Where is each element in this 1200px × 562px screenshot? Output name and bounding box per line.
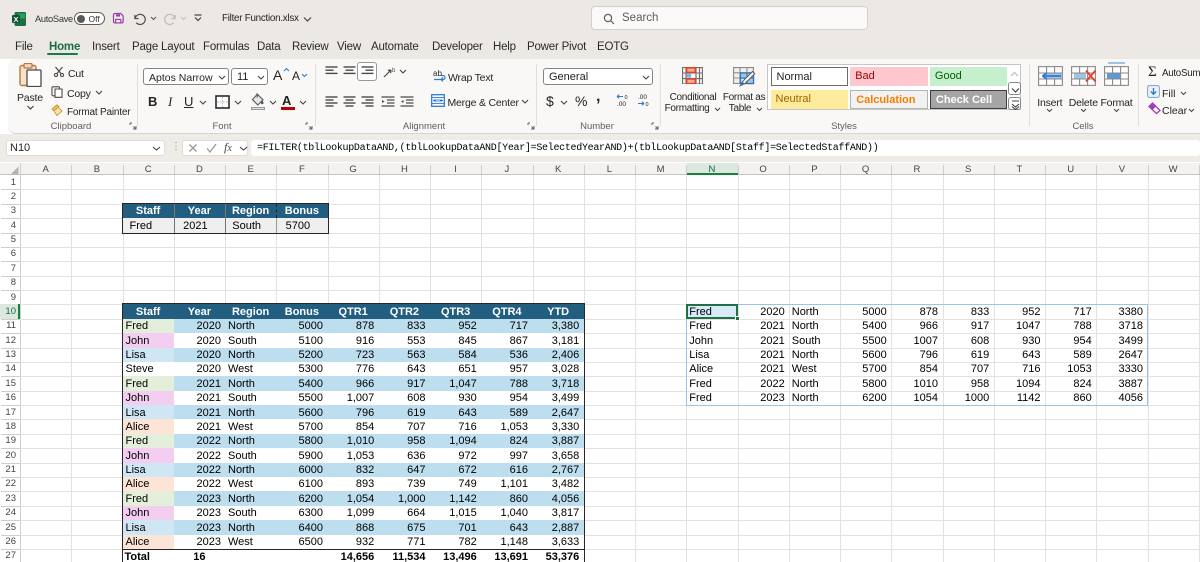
svg-text:ab: ab — [433, 69, 442, 78]
svg-text:b: b — [392, 68, 396, 74]
svg-text:X: X — [13, 15, 18, 24]
svg-text:.00: .00 — [617, 101, 626, 107]
